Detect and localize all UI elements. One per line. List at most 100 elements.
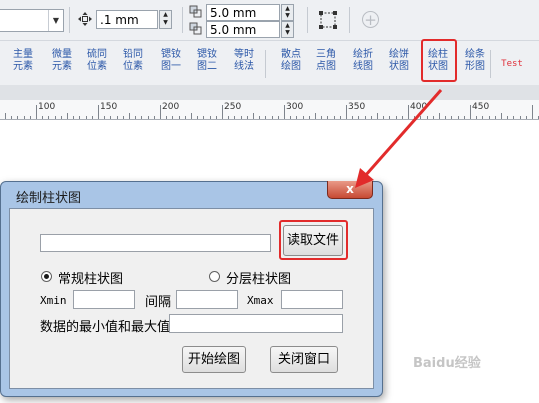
macro-button[interactable]: 铅同 位素 bbox=[117, 49, 149, 79]
scale-input[interactable]: .1 mm bbox=[96, 10, 158, 29]
macro-button-line2: 图二 bbox=[197, 61, 217, 72]
macro-button[interactable]: 绘条 形图 bbox=[459, 49, 491, 79]
close-icon[interactable]: x bbox=[327, 181, 373, 199]
min-max-label: 数据的最小值和最大值 bbox=[40, 320, 171, 335]
separator bbox=[490, 50, 491, 78]
ruler-tick bbox=[123, 116, 124, 119]
offset-x-input[interactable]: 5.0 mm bbox=[206, 4, 280, 21]
macro-button[interactable]: 锶钕 图二 bbox=[191, 49, 223, 79]
macro-button-line2: 线图 bbox=[353, 61, 373, 72]
ruler-tick bbox=[458, 116, 459, 119]
ruler-tick bbox=[129, 113, 130, 119]
ruler-tick bbox=[420, 116, 421, 119]
ruler-label: 150 bbox=[100, 102, 118, 112]
highlight-bar-chart-button bbox=[421, 39, 457, 82]
ruler-label: 200 bbox=[162, 102, 180, 112]
macro-button[interactable]: 锶钕 图一 bbox=[155, 49, 187, 79]
offset-y-spinner[interactable]: ▲ ▼ bbox=[281, 21, 294, 38]
ruler-tick bbox=[24, 116, 25, 119]
ruler-tick bbox=[17, 116, 18, 119]
frame-select-icon[interactable] bbox=[318, 10, 338, 30]
normal-bar-radio[interactable] bbox=[41, 271, 52, 282]
ruler-tick bbox=[427, 116, 428, 119]
ruler-tick bbox=[253, 113, 254, 119]
ruler-tick bbox=[197, 116, 198, 119]
ruler-label: 350 bbox=[348, 102, 366, 112]
macro-button[interactable]: 硫同 位素 bbox=[81, 49, 113, 79]
min-max-input[interactable] bbox=[169, 314, 343, 333]
ruler-tick bbox=[98, 105, 99, 119]
position-arrows-icon[interactable] bbox=[77, 11, 93, 27]
ruler-tick bbox=[513, 116, 514, 119]
offset-x-spinner[interactable]: ▲ ▼ bbox=[281, 4, 294, 21]
offset-x-icon bbox=[189, 5, 202, 18]
chevron-down-icon[interactable]: ▼ bbox=[48, 10, 63, 31]
ruler-label: 400 bbox=[410, 102, 428, 112]
offset-y-input[interactable]: 5.0 mm bbox=[206, 21, 280, 38]
macro-button-line1: 微量 bbox=[52, 49, 72, 60]
xmax-label: Xmax bbox=[247, 294, 274, 307]
macro-button[interactable]: 散点 绘图 bbox=[275, 49, 307, 79]
ruler-tick bbox=[470, 105, 471, 119]
ruler-tick bbox=[482, 116, 483, 119]
ruler-tick bbox=[148, 116, 149, 119]
file-path-input[interactable] bbox=[40, 234, 271, 252]
macro-button-line1: 锶钕 bbox=[161, 49, 181, 60]
macro-button[interactable]: 主量 元素 bbox=[7, 49, 39, 79]
ruler-tick bbox=[396, 116, 397, 119]
ruler-tick bbox=[104, 116, 105, 119]
ruler-tick bbox=[476, 116, 477, 119]
layered-bar-radio[interactable] bbox=[209, 271, 220, 282]
ruler-tick bbox=[278, 116, 279, 119]
macro-button[interactable]: 绘饼 状图 bbox=[383, 49, 415, 79]
macro-button[interactable]: 三角 点图 bbox=[310, 49, 342, 79]
ruler-label: 300 bbox=[286, 102, 304, 112]
ruler-label: 100 bbox=[38, 102, 56, 112]
separator bbox=[182, 7, 183, 33]
ruler-tick bbox=[55, 116, 56, 119]
normal-bar-label: 常规柱状图 bbox=[58, 272, 124, 287]
ruler-tick bbox=[532, 105, 533, 119]
add-circle-icon[interactable]: + bbox=[362, 11, 379, 28]
ruler-tick bbox=[371, 116, 372, 119]
ruler-tick bbox=[117, 116, 118, 119]
macro-button-line1: 等时 bbox=[234, 49, 254, 60]
test-button[interactable]: Test bbox=[496, 49, 528, 79]
ruler-tick bbox=[309, 116, 310, 119]
close-window-button[interactable]: 关闭窗口 bbox=[270, 346, 338, 373]
interval-input[interactable] bbox=[176, 290, 238, 309]
ruler-tick bbox=[265, 116, 266, 119]
ruler-tick bbox=[315, 113, 316, 119]
ruler-tick bbox=[445, 116, 446, 119]
macro-button-line1: 散点 bbox=[281, 49, 301, 60]
highlight-read-file-button bbox=[279, 220, 348, 260]
macro-button[interactable]: 微量 元素 bbox=[46, 49, 78, 79]
ruler-tick bbox=[247, 116, 248, 119]
toolbar-gap bbox=[0, 85, 539, 100]
xmax-input[interactable] bbox=[281, 290, 343, 309]
macro-button-line1: 铅同 bbox=[123, 49, 143, 60]
ruler-tick bbox=[48, 116, 49, 119]
ruler-label: 450 bbox=[472, 102, 490, 112]
scale-spinner[interactable]: ▲ ▼ bbox=[159, 10, 172, 29]
ruler-tick bbox=[222, 105, 223, 119]
macro-button-line2: 位素 bbox=[87, 61, 107, 72]
ruler-tick bbox=[346, 105, 347, 119]
ruler-tick bbox=[464, 116, 465, 119]
ruler-tick bbox=[327, 116, 328, 119]
ruler-tick bbox=[321, 116, 322, 119]
ruler-tick bbox=[507, 116, 508, 119]
ruler-tick bbox=[228, 116, 229, 119]
ruler-tick bbox=[92, 116, 93, 119]
ruler-tick bbox=[166, 116, 167, 119]
macro-button[interactable]: 等时 线法 bbox=[228, 49, 260, 79]
font-combo[interactable]: ▼ bbox=[0, 9, 64, 32]
xmin-input[interactable] bbox=[73, 290, 135, 309]
separator bbox=[307, 7, 308, 33]
macro-button[interactable]: 绘折 线图 bbox=[347, 49, 379, 79]
ruler-tick bbox=[86, 116, 87, 119]
ruler-tick bbox=[451, 116, 452, 119]
start-plot-button[interactable]: 开始绘图 bbox=[182, 346, 246, 373]
ruler-tick bbox=[179, 116, 180, 119]
macro-button-line2: 元素 bbox=[13, 61, 33, 72]
